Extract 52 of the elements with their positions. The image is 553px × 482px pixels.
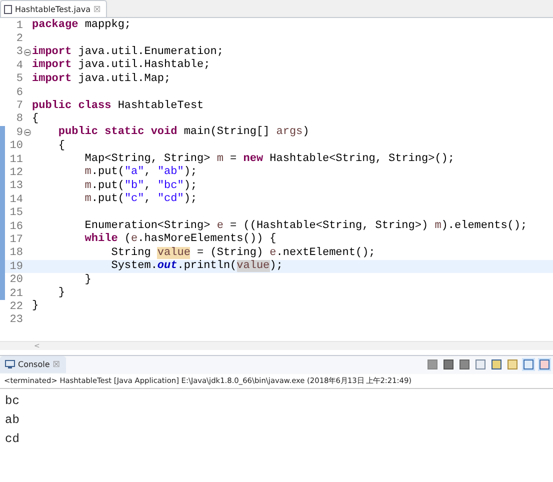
code-line: import java.util.Hashtable; — [32, 59, 210, 72]
line-number: 14 — [8, 194, 23, 206]
code-line: m.put("a", "ab"); — [84, 166, 198, 180]
code-line: public class HashtableTest — [32, 100, 204, 113]
line-number: 16 — [8, 220, 23, 233]
close-icon[interactable]: ☒ — [93, 4, 101, 14]
code-line: import java.util.Enumeration; — [32, 46, 224, 59]
code-line: String value = (String) e.nextElement(); — [110, 246, 376, 260]
console-output-line: ab — [4, 414, 20, 427]
line-number: 5 — [15, 73, 23, 86]
code-line: m.put("b", "bc"); — [84, 180, 198, 193]
code-line: } — [32, 300, 39, 314]
line-number: 17 — [8, 234, 23, 246]
code-line: public static void main(String[] args) — [57, 126, 310, 140]
code-line: package mappkg; — [32, 19, 132, 32]
code-line: m.put("c", "cd"); — [84, 193, 198, 206]
monitor-icon — [5, 360, 15, 370]
code-line: { — [32, 112, 39, 126]
console-output-line: bc — [4, 394, 20, 408]
console-tab[interactable]: Console ☒ — [0, 356, 66, 374]
line-number: 1 — [15, 20, 23, 32]
line-number: 10 — [8, 140, 23, 152]
line-number: 21 — [8, 288, 23, 300]
close-icon[interactable]: ☒ — [52, 360, 60, 370]
code-line: Map<String, String> m = new Hashtable<String, String>(); — [84, 153, 455, 166]
line-number: 13 — [8, 180, 23, 192]
code-line: } — [84, 274, 92, 287]
code-line: System.out.println(value); — [110, 260, 283, 274]
line-number: 20 — [8, 274, 23, 286]
code-line: import java.util.Map; — [32, 72, 171, 86]
line-number: 8 — [15, 113, 23, 126]
collapse-icon[interactable] — [24, 48, 31, 56]
line-number: 4 — [15, 60, 23, 72]
code-line: } — [57, 287, 66, 300]
code-line: Enumeration<String> e = ((Hashtable<String, String>) m).elements(); — [84, 220, 528, 233]
line-number: 11 — [8, 154, 23, 166]
line-number: 12 — [8, 166, 23, 179]
editor-tab[interactable]: HashtableTest.java ☒ — [0, 0, 107, 17]
line-number: 15 — [8, 207, 23, 220]
line-number: 7 — [15, 100, 23, 112]
collapse-icon[interactable] — [24, 129, 31, 136]
console-output-line: cd — [4, 432, 20, 446]
code-line: { — [57, 140, 66, 153]
line-number: 6 — [15, 86, 23, 99]
line-number: 18 — [8, 247, 23, 260]
line-number: 2 — [15, 33, 23, 46]
code-line: while (e.hasMoreElements()) { — [84, 233, 276, 246]
line-number: 23 — [8, 314, 23, 326]
line-number: 3 — [15, 46, 23, 58]
line-number: 19 — [8, 260, 23, 273]
line-number: 22 — [8, 300, 23, 313]
line-number: 9 — [15, 126, 23, 139]
